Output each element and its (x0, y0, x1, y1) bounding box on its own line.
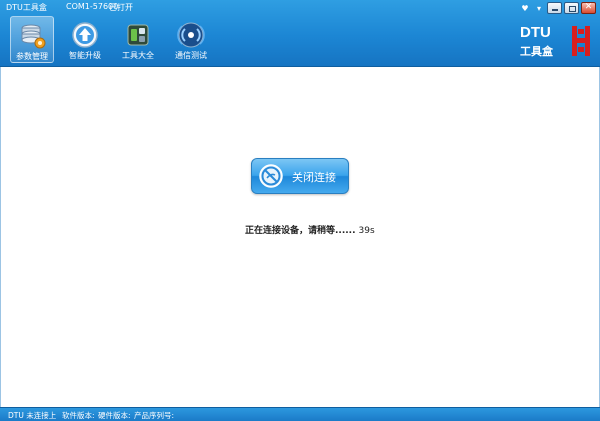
toolbar-item-comm-test[interactable]: 通信测试 (169, 16, 213, 63)
menu-dropdown-icon[interactable]: ▾ (533, 4, 545, 13)
close-window-button[interactable]: ✕ (581, 2, 596, 14)
brand-mark-icon (572, 26, 590, 56)
header-bar: DTU工具盒 COM1-57600 已打开 ♥ ▾ ✕ 参数管理 智能升级 工具… (0, 0, 600, 67)
statusbar-connection: DTU 未连接上 (8, 411, 57, 420)
brand-name: DTU (520, 24, 551, 41)
statusbar-hardware-version: 硬件版本: (98, 411, 131, 420)
toolbar-item-tool-collection[interactable]: 工具大全 (116, 16, 160, 63)
connection-status: 正在连接设备，请稍等...... 39s (245, 223, 375, 236)
toolbar-label-comm-test: 通信测试 (175, 51, 207, 60)
toolbar-label-param-manage: 参数管理 (16, 52, 48, 61)
minimize-button[interactable] (547, 2, 562, 14)
close-connection-label: 关闭连接 (292, 171, 336, 184)
brand-logo: DTU 工具盒 (518, 24, 590, 60)
close-icon: ✕ (584, 2, 593, 12)
port-status: 已打开 (109, 3, 133, 12)
toolbar-item-param-manage[interactable]: 参数管理 (10, 16, 54, 63)
window-controls: ♥ ▾ ✕ (519, 1, 596, 15)
app-window: DTU工具盒 COM1-57600 已打开 ♥ ▾ ✕ 参数管理 智能升级 工具… (0, 0, 600, 421)
toolbar-item-smart-upgrade[interactable]: 智能升级 (63, 16, 107, 63)
minimize-icon (552, 9, 558, 11)
maximize-icon (569, 6, 576, 12)
statusbar-serial-number: 产品序列号: (134, 411, 175, 420)
toolbar-label-tool-collection: 工具大全 (122, 51, 154, 60)
disconnect-icon (259, 164, 283, 188)
favorite-icon[interactable]: ♥ (519, 4, 531, 13)
brand-subtitle: 工具盒 (520, 45, 553, 58)
toolbar-label-smart-upgrade: 智能升级 (69, 51, 101, 60)
main-content: 关闭连接 正在连接设备，请稍等...... 39s (0, 67, 600, 407)
upload-arrow-icon (72, 22, 98, 48)
toolbox-icon (127, 24, 149, 46)
countdown-timer: 39s (358, 226, 375, 236)
maximize-button[interactable] (564, 2, 579, 14)
database-settings-icon (21, 24, 46, 49)
title-bar[interactable]: DTU工具盒 COM1-57600 已打开 ♥ ▾ ✕ (0, 0, 600, 16)
status-message: 正在连接设备，请稍等...... (245, 226, 356, 236)
statusbar-software-version: 软件版本: (62, 411, 95, 420)
close-connection-button[interactable]: 关闭连接 (251, 158, 349, 194)
window-title: DTU工具盒 (6, 3, 47, 12)
signal-broadcast-icon (177, 22, 205, 48)
status-bar: DTU 未连接上 软件版本: 硬件版本: 产品序列号: (0, 407, 600, 421)
